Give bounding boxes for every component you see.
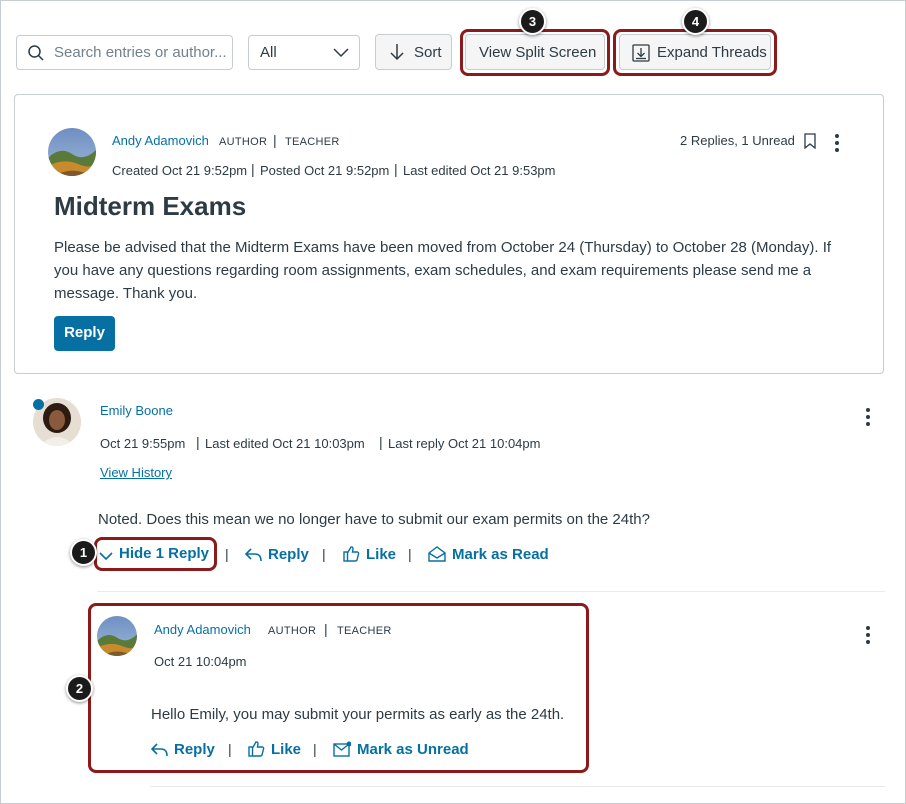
avatar[interactable] — [97, 616, 137, 656]
reply-like-button[interactable]: Like — [248, 740, 301, 758]
mark-as-unread-label: Mark as Unread — [357, 741, 469, 758]
separator: | — [313, 741, 317, 757]
callout-box-1 — [94, 537, 217, 571]
entry-last-reply: Last reply Oct 21 10:04pm — [388, 436, 541, 451]
separator: | — [322, 546, 326, 562]
separator: | — [228, 741, 232, 757]
reply-reply-button[interactable]: Reply — [150, 741, 215, 758]
callout-badge-3: 3 — [519, 8, 546, 35]
reply-author-name[interactable]: Andy Adamovich — [154, 622, 251, 637]
reply-button[interactable]: Reply — [54, 316, 115, 351]
view-history-link[interactable]: View History — [100, 465, 172, 480]
callout-badge-2: 2 — [66, 675, 93, 702]
mark-as-read-label: Mark as Read — [452, 546, 549, 563]
filter-value: All — [260, 44, 277, 61]
more-vertical-icon[interactable] — [835, 134, 839, 155]
unread-indicator — [33, 399, 44, 410]
search-icon — [28, 45, 44, 61]
thumbs-up-icon — [248, 741, 265, 757]
reply-arrow-icon — [244, 548, 262, 562]
mark-as-unread-button[interactable]: Mark as Unread — [333, 741, 469, 758]
avatar[interactable] — [48, 128, 96, 176]
entry-last-edited: Last edited Oct 21 10:03pm — [205, 436, 365, 451]
callout-box-3 — [460, 29, 610, 76]
separator: | — [196, 434, 200, 450]
callout-badge-4: 4 — [682, 8, 709, 35]
more-vertical-icon[interactable] — [866, 408, 870, 429]
post-last-edited: Last edited Oct 21 9:53pm — [403, 163, 556, 178]
separator: | — [408, 546, 412, 562]
arrow-down-icon — [390, 44, 404, 61]
divider — [150, 786, 885, 787]
more-vertical-icon[interactable] — [866, 626, 870, 647]
entry-like-label: Like — [366, 546, 397, 563]
separator: | — [394, 161, 398, 177]
post-author-role: AUTHOR — [219, 136, 268, 148]
separator: | — [225, 546, 229, 562]
reply-arrow-icon — [150, 743, 168, 757]
thumbs-up-icon — [343, 546, 360, 562]
post-created: Created Oct 21 9:52pm — [112, 163, 248, 178]
separator: | — [379, 434, 383, 450]
post-author-name[interactable]: Andy Adamovich — [112, 133, 209, 148]
callout-badge-1: 1 — [70, 539, 97, 566]
entry-like-button[interactable]: Like — [343, 545, 396, 563]
entry-author-name[interactable]: Emily Boone — [100, 403, 173, 418]
entry-body: Noted. Does this mean we no longer have … — [98, 511, 650, 528]
entry-reply-label: Reply — [268, 546, 309, 563]
reply-like-label: Like — [271, 741, 302, 758]
reply-date: Oct 21 10:04pm — [154, 654, 247, 669]
chevron-down-icon — [333, 48, 349, 58]
reply-author-role-teacher: TEACHER — [337, 625, 392, 637]
reply-reply-label: Reply — [174, 741, 215, 758]
filter-select[interactable]: All — [248, 35, 360, 70]
post-body: Please be advised that the Midterm Exams… — [54, 239, 832, 302]
separator: | — [273, 132, 277, 148]
bookmark-icon[interactable] — [804, 133, 816, 149]
page-title: Midterm Exams — [54, 191, 247, 221]
callout-box-4 — [613, 29, 777, 76]
reply-body: Hello Emily, you may submit your permits… — [151, 706, 565, 723]
search-input[interactable]: Search entries or author... — [16, 35, 233, 70]
replies-summary: 2 Replies, 1 Unread — [680, 133, 795, 148]
sort-button[interactable]: Sort — [375, 34, 452, 70]
entry-date: Oct 21 9:55pm — [100, 436, 186, 451]
envelope-closed-icon — [333, 741, 352, 757]
divider — [97, 591, 885, 592]
search-placeholder: Search entries or author... — [54, 44, 227, 61]
separator: | — [324, 621, 328, 637]
sort-label: Sort — [414, 44, 442, 61]
mark-as-read-button[interactable]: Mark as Read — [428, 546, 549, 563]
envelope-open-icon — [428, 546, 446, 562]
entry-reply-button[interactable]: Reply — [244, 546, 309, 563]
separator: | — [251, 161, 255, 177]
reply-author-role: AUTHOR — [268, 625, 317, 637]
post-posted: Posted Oct 21 9:52pm — [260, 163, 390, 178]
post-author-role-teacher: TEACHER — [285, 136, 340, 148]
